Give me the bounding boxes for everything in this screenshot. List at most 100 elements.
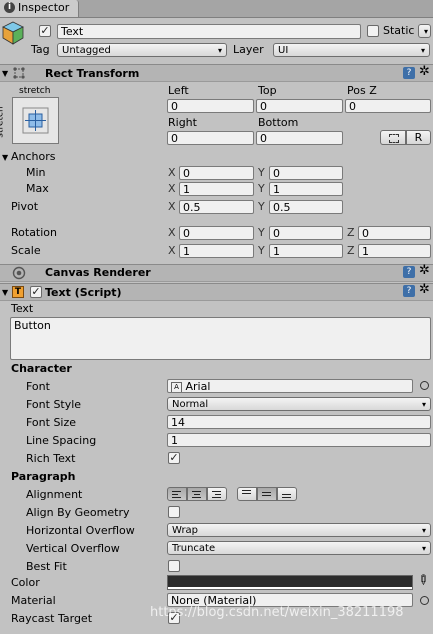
align-by-geometry-label: Align By Geometry bbox=[26, 506, 130, 519]
fold-arrow-icon[interactable]: ▼ bbox=[2, 69, 8, 78]
left-input[interactable]: 0 bbox=[167, 99, 254, 113]
left-column-label: Left bbox=[168, 84, 189, 97]
max-y-label: Y bbox=[258, 182, 265, 195]
canvas-renderer-title: Canvas Renderer bbox=[45, 266, 151, 279]
canvas-renderer-icon bbox=[12, 266, 26, 280]
rich-text-label: Rich Text bbox=[26, 452, 76, 465]
gear-icon[interactable]: ✲ bbox=[419, 263, 430, 278]
gameobject-cube-icon bbox=[2, 21, 24, 45]
scale-x-input[interactable]: 1 bbox=[179, 244, 254, 258]
help-icon[interactable]: ? bbox=[403, 67, 415, 79]
font-asset-icon: A bbox=[171, 381, 182, 392]
material-label: Material bbox=[11, 594, 56, 607]
gear-icon[interactable]: ✲ bbox=[419, 64, 430, 79]
align-left-button[interactable] bbox=[167, 487, 187, 501]
rotation-y-label: Y bbox=[258, 226, 265, 239]
pivot-y-label: Y bbox=[258, 200, 265, 213]
align-right-button[interactable] bbox=[207, 487, 227, 501]
horizontal-overflow-dropdown[interactable]: Wrap ▾ bbox=[167, 523, 431, 537]
scale-z-input[interactable]: 1 bbox=[358, 244, 431, 258]
max-y-input[interactable]: 1 bbox=[269, 182, 343, 196]
scale-z-label: Z bbox=[347, 244, 355, 257]
scale-x-label: X bbox=[168, 244, 176, 257]
active-checkbox[interactable]: ✓ bbox=[39, 25, 51, 37]
max-x-input[interactable]: 1 bbox=[179, 182, 254, 196]
anchor-preset-button[interactable] bbox=[12, 97, 59, 144]
blueprint-mode-button[interactable] bbox=[380, 130, 406, 145]
gear-icon[interactable]: ✲ bbox=[419, 282, 430, 297]
rich-text-checkbox[interactable]: ✓ bbox=[168, 452, 180, 464]
bottom-input[interactable]: 0 bbox=[256, 131, 343, 145]
layer-label: Layer bbox=[233, 43, 264, 56]
blueprint-icon bbox=[389, 134, 399, 143]
align-bottom-button[interactable] bbox=[277, 487, 297, 501]
pivot-label: Pivot bbox=[11, 200, 39, 213]
font-field[interactable]: A Arial bbox=[167, 379, 413, 393]
align-middle-button[interactable] bbox=[257, 487, 277, 501]
object-picker-icon[interactable] bbox=[420, 596, 429, 605]
anchor-preset-top-label: stretch bbox=[19, 86, 51, 96]
object-picker-icon[interactable] bbox=[420, 381, 429, 390]
rotation-z-input[interactable]: 0 bbox=[358, 226, 431, 240]
font-style-label: Font Style bbox=[26, 398, 82, 411]
min-y-label: Y bbox=[258, 166, 265, 179]
rotation-z-label: Z bbox=[347, 226, 355, 239]
best-fit-checkbox[interactable] bbox=[168, 560, 180, 572]
top-input[interactable]: 0 bbox=[256, 99, 343, 113]
min-label: Min bbox=[26, 166, 46, 179]
anchors-fold-icon[interactable]: ▼ bbox=[2, 153, 8, 162]
align-by-geometry-checkbox[interactable] bbox=[168, 506, 180, 518]
alignment-label: Alignment bbox=[26, 488, 83, 501]
static-label: Static bbox=[383, 24, 415, 37]
posz-input[interactable]: 0 bbox=[345, 99, 431, 113]
rotation-y-input[interactable]: 0 bbox=[269, 226, 343, 240]
posz-column-label: Pos Z bbox=[347, 84, 377, 97]
right-input[interactable]: 0 bbox=[167, 131, 254, 145]
vertical-overflow-label: Vertical Overflow bbox=[26, 542, 120, 555]
static-checkbox[interactable] bbox=[367, 25, 379, 37]
max-label: Max bbox=[26, 182, 49, 195]
rect-transform-icon bbox=[12, 66, 26, 80]
font-size-input[interactable]: 14 bbox=[167, 415, 431, 429]
scale-y-input[interactable]: 1 bbox=[269, 244, 343, 258]
min-x-label: X bbox=[168, 166, 176, 179]
raw-edit-button[interactable]: R bbox=[406, 130, 431, 145]
align-bottom-icon bbox=[282, 494, 291, 500]
min-y-input[interactable]: 0 bbox=[269, 166, 343, 180]
static-dropdown[interactable]: ▾ bbox=[418, 24, 431, 38]
text-area[interactable]: Button bbox=[10, 317, 431, 360]
color-alpha-bar bbox=[168, 587, 412, 589]
fold-arrow-icon[interactable]: ▼ bbox=[2, 288, 8, 297]
line-spacing-input[interactable]: 1 bbox=[167, 433, 431, 447]
align-top-icon bbox=[242, 490, 251, 496]
vertical-overflow-dropdown[interactable]: Truncate ▾ bbox=[167, 541, 431, 555]
layer-dropdown[interactable]: UI ▾ bbox=[273, 43, 430, 57]
info-icon: i bbox=[4, 2, 15, 13]
anchor-preset-side-label: stretch bbox=[0, 106, 6, 138]
help-icon[interactable]: ? bbox=[403, 266, 415, 278]
tab-inspector[interactable]: i Inspector bbox=[0, 0, 79, 17]
help-icon[interactable]: ? bbox=[403, 285, 415, 297]
font-label: Font bbox=[26, 380, 50, 393]
character-section-label: Character bbox=[11, 362, 72, 375]
pivot-x-label: X bbox=[168, 200, 176, 213]
min-x-input[interactable]: 0 bbox=[179, 166, 254, 180]
pivot-y-input[interactable]: 0.5 bbox=[269, 200, 343, 214]
text-script-enabled-checkbox[interactable]: ✓ bbox=[30, 286, 42, 298]
rotation-x-input[interactable]: 0 bbox=[179, 226, 254, 240]
tag-dropdown[interactable]: Untagged ▾ bbox=[57, 43, 227, 57]
align-center-button[interactable] bbox=[187, 487, 207, 501]
scale-y-label: Y bbox=[258, 244, 265, 257]
object-name-input[interactable]: Text bbox=[57, 24, 361, 39]
bottom-column-label: Bottom bbox=[258, 116, 299, 129]
eyedropper-icon[interactable]: ✎ bbox=[413, 571, 431, 589]
tab-title: Inspector bbox=[18, 1, 70, 14]
rotation-x-label: X bbox=[168, 226, 176, 239]
rect-transform-title: Rect Transform bbox=[45, 67, 140, 80]
font-style-dropdown[interactable]: Normal ▾ bbox=[167, 397, 431, 411]
scale-label: Scale bbox=[11, 244, 41, 257]
pivot-x-input[interactable]: 0.5 bbox=[179, 200, 254, 214]
tag-label: Tag bbox=[31, 43, 50, 56]
horizontal-overflow-label: Horizontal Overflow bbox=[26, 524, 135, 537]
align-top-button[interactable] bbox=[237, 487, 257, 501]
